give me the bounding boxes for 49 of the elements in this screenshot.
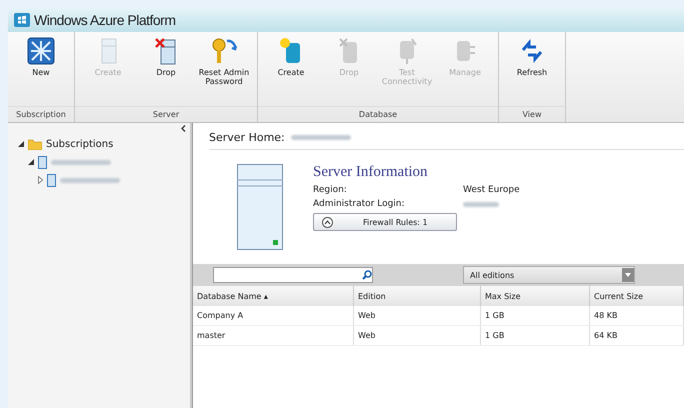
search-icon [362,270,372,280]
expanded-triangle-icon[interactable] [28,159,34,165]
server-home-label: Server Home: [209,130,285,144]
blurred-value [463,202,499,207]
database-delete-icon [338,37,360,65]
table-cell: master [193,326,354,346]
section-title: Server Information [313,164,429,181]
refresh-icon [520,39,544,63]
dropdown-arrow-icon [625,273,631,277]
server-delete-icon [155,37,177,65]
windows-logo-icon [14,13,30,27]
column-header[interactable]: Current Size [590,286,684,306]
ribbon-button[interactable]: Refresh [503,36,561,106]
table-cell: Web [354,306,480,326]
ribbon-button[interactable]: Drop [137,36,195,106]
server-icon [47,174,56,186]
blurred-server-name [290,134,351,140]
expand-icon [322,216,333,228]
table-cell: 1 GB [480,306,590,326]
ribbon-button[interactable]: Reset Admin Password [195,36,253,106]
folder-icon [28,138,42,150]
expanded-triangle-icon[interactable] [18,141,24,147]
search-field[interactable] [213,267,373,283]
server-icon [38,156,47,168]
group-label: Server [75,106,257,122]
table-cell: 1 GB [480,326,590,346]
table-cell: Web [354,326,480,346]
ribbon-button[interactable]: New [12,36,70,106]
group-label: Subscription [8,106,74,122]
group-label: Database [258,106,498,122]
ribbon-button[interactable]: Create [262,36,320,106]
collapse-icon[interactable] [181,125,186,132]
field-label: Region: [313,185,348,195]
group-label: View [499,106,565,122]
table-cell: 48 KB [590,306,684,326]
firewall-rules-button[interactable]: Firewall Rules: 1 [313,213,457,231]
column-header[interactable]: Edition [354,286,480,306]
table-cell: Company A [193,306,354,326]
column-header[interactable]: Database Name ▴ [193,286,354,306]
table-cell: 64 KB [590,326,684,346]
edition-dropdown[interactable]: All editions [463,266,635,284]
network-icon [27,37,55,65]
collapsed-triangle-icon[interactable] [38,176,43,184]
field-value: West Europe [463,185,520,195]
column-header[interactable]: Max Size [480,286,590,306]
tree-item[interactable]: Subscriptions [46,138,114,150]
field-label: Administrator Login: [313,199,406,209]
database-icon [279,37,303,65]
window-title: Windows Azure Platform [34,12,176,28]
